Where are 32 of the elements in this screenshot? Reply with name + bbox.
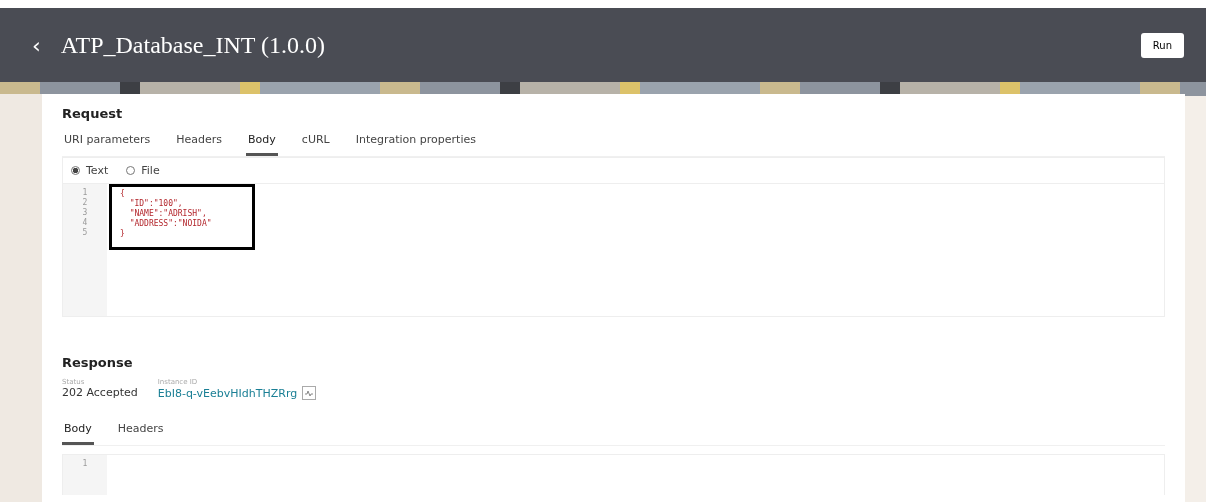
- line-number: 3: [81, 208, 89, 218]
- line-number: 1: [81, 188, 89, 198]
- activity-icon[interactable]: [302, 386, 317, 400]
- tab[interactable]: Body: [62, 418, 94, 445]
- radio-label: File: [141, 164, 160, 177]
- status-value: 202 Accepted: [62, 386, 138, 399]
- tab[interactable]: URI parameters: [62, 129, 153, 156]
- section-title: Request: [62, 105, 124, 123]
- back-button[interactable]: ‹: [32, 32, 41, 58]
- line-number: 2: [81, 198, 89, 208]
- code-line: "ID":"100",: [128, 199, 184, 209]
- run-button[interactable]: Run: [1140, 32, 1184, 58]
- radio-option[interactable]: Text: [71, 164, 109, 177]
- code-line: "NAME":"ADRISH",: [128, 209, 208, 219]
- tab[interactable]: Integration properties: [353, 129, 478, 156]
- line-number: 5: [81, 228, 89, 238]
- code-line: }: [120, 229, 126, 239]
- tab[interactable]: Headers: [174, 129, 225, 156]
- radio-option[interactable]: File: [126, 164, 160, 177]
- code-line: {: [120, 189, 126, 199]
- radio-label: Text: [86, 164, 109, 177]
- tab[interactable]: Body: [246, 129, 278, 156]
- section-title: Response: [62, 354, 134, 372]
- code-editor[interactable]: 1 2 3 4 5 { "ID":"100", "NAME":"ADRISH", "ADDRESS":"NOIDA" }: [62, 183, 1165, 317]
- tab[interactable]: Headers: [115, 418, 166, 445]
- instance-id-link[interactable]: EbI8-q-vEebvHIdhTHZRrg: [157, 386, 298, 400]
- code-line: "ADDRESS":"NOIDA": [128, 219, 212, 229]
- line-number: 4: [81, 218, 89, 228]
- radio-icon[interactable]: [71, 166, 80, 175]
- tab[interactable]: cURL: [299, 129, 332, 156]
- line-number: 1: [81, 459, 89, 469]
- page-title: ATP_Database_INT (1.0.0): [60, 31, 326, 59]
